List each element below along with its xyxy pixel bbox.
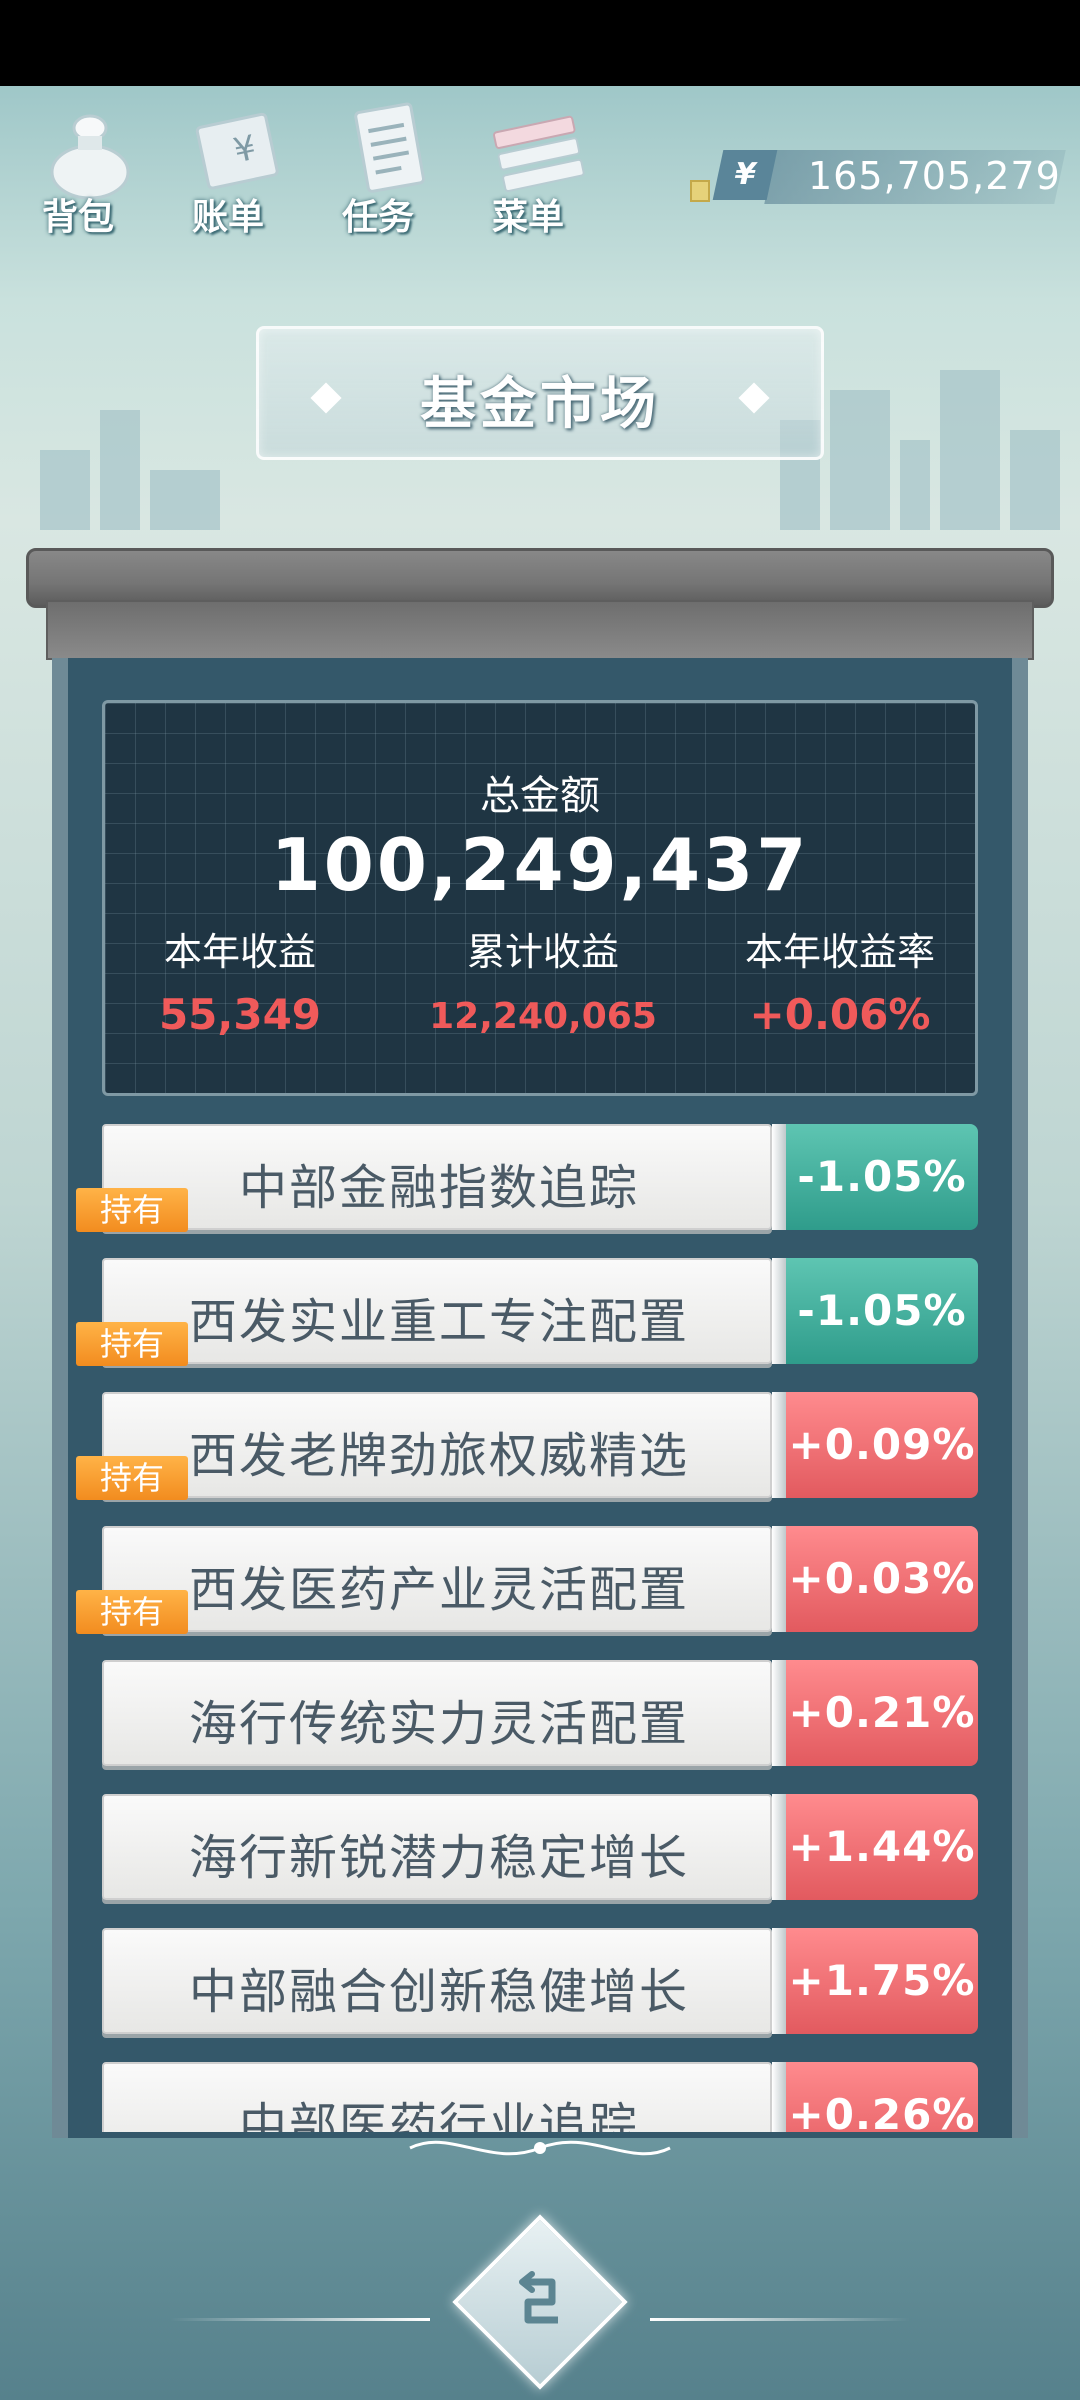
fund-change-badge: +0.03% xyxy=(786,1526,978,1632)
fund-change-badge: -1.05% xyxy=(786,1124,978,1230)
stat-value: 55,349 xyxy=(158,990,322,1039)
held-badge: 持有 xyxy=(76,1322,188,1366)
stat-value: +0.06% xyxy=(749,990,931,1039)
currency-value: 165,705,279 xyxy=(808,154,1061,198)
held-badge: 持有 xyxy=(76,1456,188,1500)
fund-name: 海行新锐潜力稳定增长 xyxy=(188,1830,689,1886)
stat-label: 本年收益 xyxy=(163,930,316,974)
fund-list[interactable]: 中部金融指数追踪 -1.05% 西发实业重工专注配置 -1.05% 西发老牌劲旅… xyxy=(102,1120,978,2132)
fund-change-badge: +0.26% xyxy=(786,2062,978,2132)
task-icon xyxy=(354,102,426,193)
fund-name: 中部医药行业追踪 xyxy=(238,2098,639,2132)
fund-row[interactable]: 海行新锐潜力稳定增长 +1.44% xyxy=(102,1794,978,1900)
menu-icon xyxy=(493,115,585,193)
stat-value: 12,240,065 xyxy=(429,996,657,1037)
board-cap xyxy=(46,600,1034,660)
fund-row[interactable]: 中部融合创新稳健增长 +1.75% xyxy=(102,1928,978,2034)
stat-year-income: 本年收益 55,349 xyxy=(105,921,375,1039)
menu-menu[interactable]: 菜单 xyxy=(468,100,598,250)
page-title: 基金市场 xyxy=(420,372,660,437)
yen-icon: ¥ xyxy=(712,150,778,200)
menu-task-label: 任务 xyxy=(341,197,414,238)
fund-row[interactable]: 西发医药产业灵活配置 +0.03% xyxy=(102,1526,978,1632)
held-badge: 持有 xyxy=(76,1590,188,1634)
fund-row[interactable]: 西发老牌劲旅权威精选 +0.09% xyxy=(102,1392,978,1498)
ornament-icon xyxy=(409,2140,671,2156)
stat-year-rate: 本年收益率 +0.06% xyxy=(705,921,975,1039)
held-badge: 持有 xyxy=(76,1188,188,1232)
fund-change-badge: -1.05% xyxy=(786,1258,978,1364)
fund-change-badge: +0.09% xyxy=(786,1392,978,1498)
bill-icon: ¥ xyxy=(195,112,279,190)
total-amount-value: 100,249,437 xyxy=(270,823,810,907)
total-amount-label: 总金额 xyxy=(480,773,600,819)
fund-change-badge: +1.75% xyxy=(786,1928,978,2034)
menu-task[interactable]: 任务 xyxy=(318,100,448,250)
gem-icon xyxy=(690,180,710,202)
stat-label: 本年收益率 xyxy=(744,930,935,974)
divider-left xyxy=(170,2318,430,2321)
fund-change-badge: +1.44% xyxy=(786,1794,978,1900)
stat-cumulative-income: 累计收益 12,240,065 xyxy=(408,921,678,1037)
menu-bag-label: 背包 xyxy=(41,197,114,238)
menu-bill-label: 账单 xyxy=(191,197,264,238)
fund-name: 西发老牌劲旅权威精选 xyxy=(188,1428,689,1484)
currency-display: ¥ 165,705,279 xyxy=(690,150,1066,204)
menu-bill[interactable]: ¥ 账单 xyxy=(168,100,298,250)
fund-name: 海行传统实力灵活配置 xyxy=(188,1696,689,1752)
menu-menu-label: 菜单 xyxy=(491,197,564,238)
title-plate: 基金市场 xyxy=(256,326,824,460)
fund-name: 西发医药产业灵活配置 xyxy=(188,1562,689,1618)
menu-bag[interactable]: 背包 xyxy=(18,100,148,250)
fund-name: 中部融合创新稳健增长 xyxy=(188,1964,689,2020)
fund-row[interactable]: 中部医药行业追踪 +0.26% xyxy=(102,2062,978,2132)
fund-row[interactable]: 海行传统实力灵活配置 +0.21% xyxy=(102,1660,978,1766)
fund-name: 中部金融指数追踪 xyxy=(238,1160,639,1216)
fund-row[interactable]: 中部金融指数追踪 -1.05% xyxy=(102,1124,978,1230)
status-bar xyxy=(0,0,1080,86)
return-arrow-icon xyxy=(519,2271,558,2324)
fund-change-badge: +0.21% xyxy=(786,1660,978,1766)
board-top-bar xyxy=(26,548,1054,608)
fund-name: 西发实业重工专注配置 xyxy=(188,1294,689,1350)
summary-panel: 总金额 100,249,437 本年收益 55,349 累计收益 12,240,… xyxy=(102,700,978,1096)
divider-right xyxy=(650,2318,910,2321)
fund-row[interactable]: 西发实业重工专注配置 -1.05% xyxy=(102,1258,978,1364)
stat-label: 累计收益 xyxy=(466,930,619,974)
bag-icon xyxy=(50,114,130,200)
